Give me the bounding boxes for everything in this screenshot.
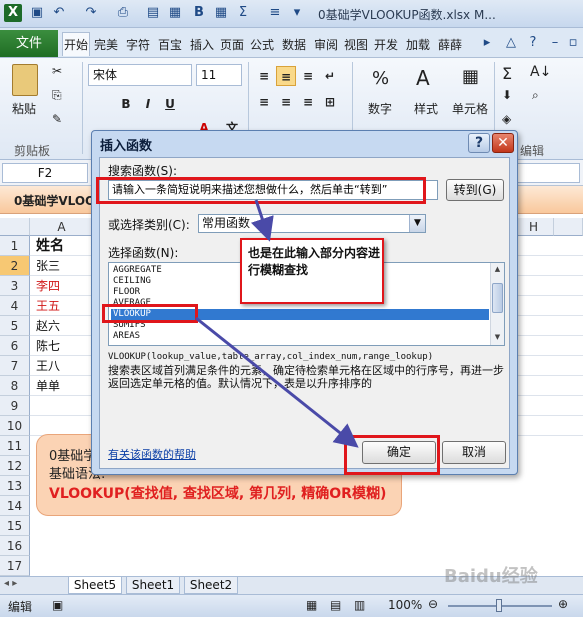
arrow-to-ok (195, 316, 359, 448)
annotation-arrows (195, 199, 359, 448)
watermark: Baidu经验 (444, 566, 538, 587)
arrow-to-note (250, 199, 274, 242)
